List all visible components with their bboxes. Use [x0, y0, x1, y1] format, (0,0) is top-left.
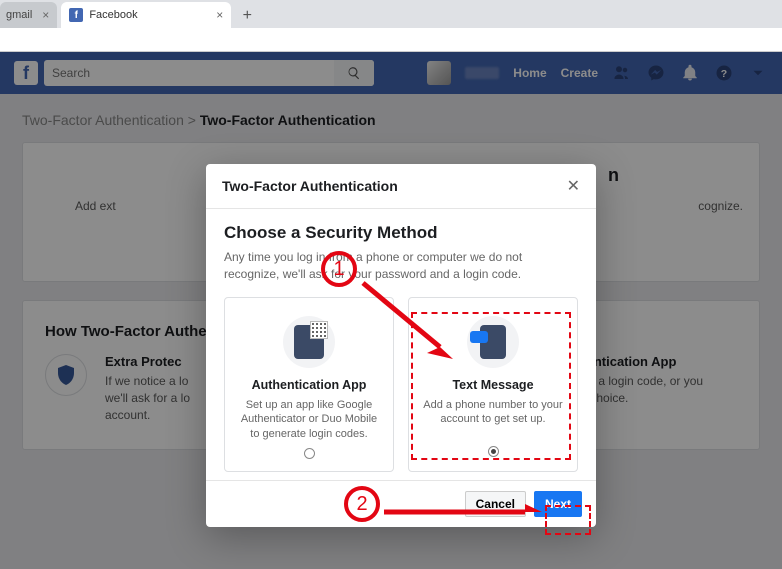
- option-text-message[interactable]: Text Message Add a phone number to your …: [408, 297, 578, 473]
- close-icon[interactable]: ×: [42, 8, 49, 22]
- modal-lead: Any time you log in from a phone or comp…: [224, 249, 578, 283]
- next-button[interactable]: Next: [534, 491, 582, 517]
- close-icon[interactable]: ×: [216, 8, 223, 22]
- modal-title: Two-Factor Authentication: [222, 178, 398, 194]
- radio-auth-app[interactable]: [304, 448, 315, 459]
- two-factor-modal: Two-Factor Authentication ✕ Choose a Sec…: [206, 164, 596, 527]
- tab-label: Facebook: [89, 9, 137, 21]
- radio-text-message[interactable]: [488, 446, 499, 457]
- auth-app-icon: [294, 325, 324, 359]
- modal-heading: Choose a Security Method: [224, 223, 578, 243]
- new-tab-button[interactable]: +: [235, 4, 259, 28]
- close-icon[interactable]: ✕: [567, 176, 580, 196]
- tab-label: gmail: [6, 9, 32, 21]
- browser-tab-gmail[interactable]: gmail ×: [0, 2, 57, 28]
- option-desc: Add a phone number to your account to ge…: [419, 398, 567, 440]
- browser-tabstrip: gmail × f Facebook × +: [0, 0, 782, 28]
- browser-address-bar: [0, 28, 782, 52]
- option-authentication-app[interactable]: Authentication App Set up an app like Go…: [224, 297, 394, 473]
- option-title: Authentication App: [235, 378, 383, 392]
- option-title: Text Message: [419, 378, 567, 392]
- facebook-favicon-icon: f: [69, 8, 83, 22]
- option-desc: Set up an app like Google Authenticator …: [235, 398, 383, 443]
- browser-tab-facebook[interactable]: f Facebook ×: [61, 2, 231, 28]
- cancel-button[interactable]: Cancel: [465, 491, 526, 517]
- sms-icon: [480, 325, 506, 359]
